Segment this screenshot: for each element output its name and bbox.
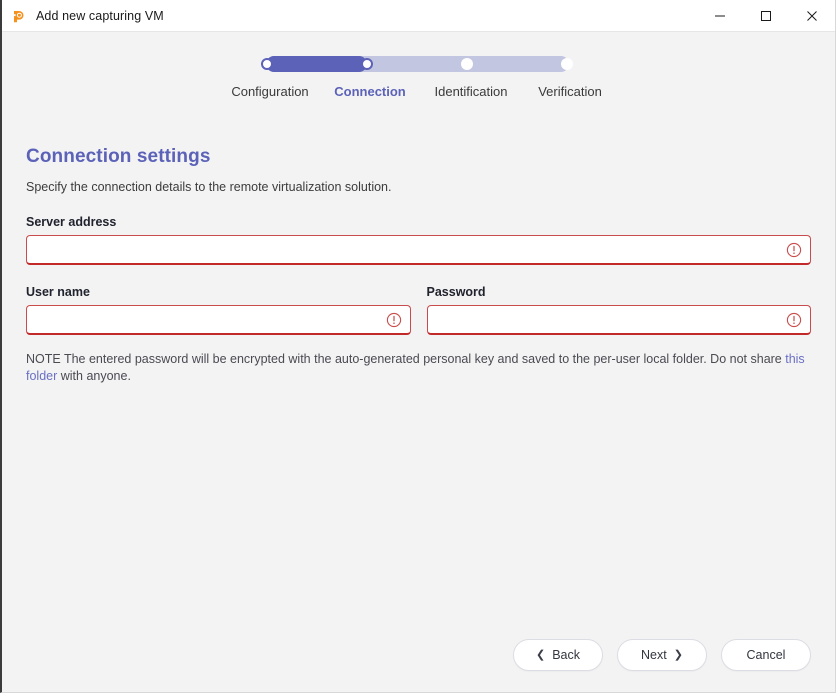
- field-password: Password: [426, 285, 811, 335]
- page-body: Connection settings Specify the connecti…: [26, 144, 811, 385]
- maximize-button[interactable]: [743, 0, 789, 31]
- cancel-button-label: Cancel: [746, 648, 786, 662]
- dialog-footer: ❮ Back Next ❯ Cancel: [513, 639, 811, 671]
- server-address-input[interactable]: [26, 235, 811, 265]
- close-icon: [806, 10, 818, 22]
- password-label: Password: [426, 285, 486, 299]
- field-user-name: User name: [26, 285, 411, 335]
- stepper-label-verification[interactable]: Verification: [538, 84, 602, 99]
- dialog-content: Configuration Connection Identification …: [2, 32, 835, 692]
- stepper-labels: Configuration Connection Identification …: [2, 84, 835, 104]
- maximize-icon: [760, 10, 772, 22]
- cancel-button[interactable]: Cancel: [721, 639, 811, 671]
- dialog-window: Add new capturing VM Configuration Conne…: [0, 0, 836, 693]
- stepper-label-configuration[interactable]: Configuration: [231, 84, 308, 99]
- stepper-track-progress: [266, 56, 367, 72]
- stepper-dot-verification[interactable]: [561, 58, 573, 70]
- page-subtitle: Specify the connection details to the re…: [26, 180, 392, 194]
- chevron-right-icon: ❯: [673, 648, 683, 661]
- minimize-icon: [714, 10, 726, 22]
- note-text-before: NOTE The entered password will be encryp…: [26, 352, 786, 366]
- password-input-wrap: [426, 305, 811, 335]
- page-title: Connection settings: [26, 146, 211, 167]
- server-address-input-wrap: [26, 235, 811, 265]
- credentials-row: User name Password: [26, 285, 811, 335]
- next-button[interactable]: Next ❯: [617, 639, 707, 671]
- password-input[interactable]: [426, 305, 811, 335]
- stepper-dot-connection[interactable]: [361, 58, 373, 70]
- title-bar: Add new capturing VM: [2, 0, 835, 32]
- password-note: NOTE The entered password will be encryp…: [26, 351, 811, 385]
- back-button[interactable]: ❮ Back: [513, 639, 603, 671]
- next-button-label: Next: [641, 648, 667, 662]
- back-button-label: Back: [552, 648, 580, 662]
- wizard-stepper: Configuration Connection Identification …: [2, 56, 835, 116]
- close-button[interactable]: [789, 0, 835, 31]
- stepper-dot-identification[interactable]: [461, 58, 473, 70]
- stepper-label-identification[interactable]: Identification: [435, 84, 508, 99]
- user-name-input[interactable]: [26, 305, 411, 335]
- stepper-label-connection[interactable]: Connection: [334, 84, 406, 99]
- app-logo-icon: [11, 8, 27, 24]
- stepper-track: [261, 56, 573, 72]
- title-bar-left: Add new capturing VM: [2, 8, 164, 24]
- window-controls: [697, 0, 835, 31]
- chevron-left-icon: ❮: [535, 648, 546, 661]
- stepper-dot-configuration[interactable]: [261, 58, 273, 70]
- user-name-input-wrap: [26, 305, 411, 335]
- user-name-label: User name: [26, 285, 90, 299]
- note-text-after: with anyone.: [57, 369, 131, 383]
- minimize-button[interactable]: [697, 0, 743, 31]
- server-address-label: Server address: [26, 215, 117, 229]
- window-title: Add new capturing VM: [36, 8, 164, 23]
- field-server-address: Server address: [26, 215, 811, 265]
